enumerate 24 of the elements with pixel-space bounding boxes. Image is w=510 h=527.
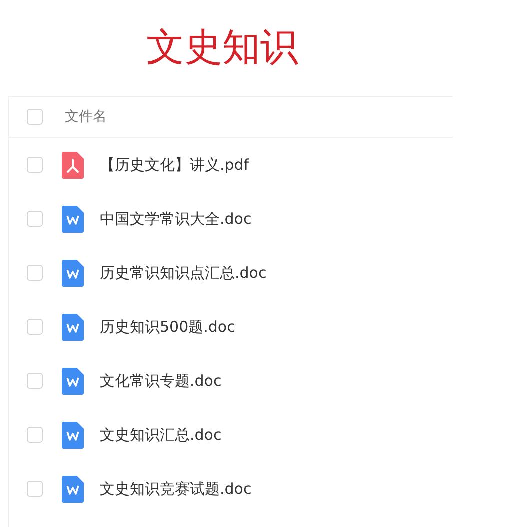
row-checkbox[interactable] <box>27 373 43 389</box>
word-file-icon <box>62 206 84 232</box>
row-checkbox[interactable] <box>27 211 43 227</box>
page-title: 文史知识 <box>146 24 300 70</box>
word-file-icon <box>62 422 84 448</box>
row-checkbox[interactable] <box>27 481 43 497</box>
file-name[interactable]: 文史知识汇总.doc <box>100 426 222 444</box>
row-checkbox[interactable] <box>27 265 43 281</box>
row-checkbox[interactable] <box>27 319 43 335</box>
row-checkbox[interactable] <box>27 427 43 443</box>
file-name[interactable]: 历史常识知识点汇总.doc <box>100 264 267 282</box>
file-name[interactable]: 文史知识竞赛试题.doc <box>100 480 252 498</box>
file-name[interactable]: 中国文学常识大全.doc <box>100 210 252 228</box>
column-header: 文件名 <box>65 108 107 126</box>
word-file-icon <box>62 476 84 502</box>
select-all-checkbox[interactable] <box>27 109 43 125</box>
word-file-icon <box>62 314 84 340</box>
row-checkbox[interactable] <box>27 157 43 173</box>
file-name[interactable]: 历史知识500题.doc <box>100 318 236 336</box>
file-name[interactable]: 【历史文化】讲义.pdf <box>100 156 250 174</box>
pdf-file-icon <box>62 152 84 178</box>
file-name[interactable]: 文化常识专题.doc <box>100 372 222 390</box>
word-file-icon <box>62 368 84 394</box>
word-file-icon <box>62 260 84 286</box>
